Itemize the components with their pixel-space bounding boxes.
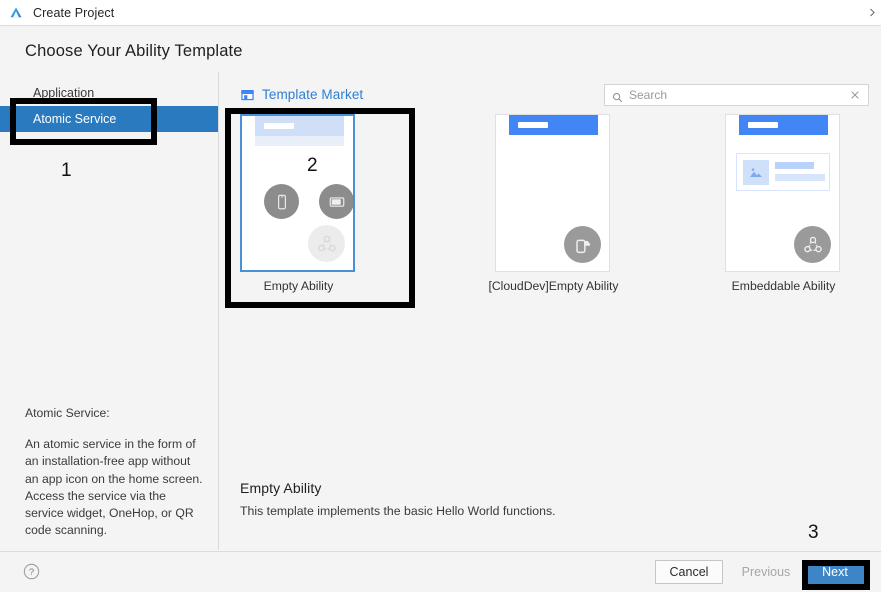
next-button[interactable]: Next	[805, 560, 865, 584]
template-category-sidebar: Application Atomic Service Atomic Servic…	[0, 72, 219, 550]
template-thumbnail	[495, 114, 610, 272]
template-detail: Empty Ability This template implements t…	[240, 480, 800, 518]
window-titlebar: Create Project	[0, 0, 881, 26]
search-box[interactable]	[604, 84, 869, 106]
huawei-devEco-logo-icon	[8, 5, 24, 21]
search-icon	[612, 90, 623, 102]
template-thumbnail	[240, 114, 355, 272]
category-description-body: An atomic service in the form of an inst…	[25, 437, 203, 538]
question-circle-icon[interactable]: ?	[23, 563, 40, 580]
template-detail-title: Empty Ability	[240, 480, 322, 496]
close-icon[interactable]	[845, 85, 865, 105]
template-card-clouddev-empty-ability[interactable]: [CloudDev]Empty Ability	[488, 114, 619, 293]
template-market-label: Template Market	[262, 86, 364, 102]
sidebar-item-label: Atomic Service	[33, 112, 117, 126]
sidebar-item-application[interactable]: Application	[0, 80, 218, 106]
tablet-icon	[319, 184, 353, 219]
thumb-header-pill	[264, 123, 294, 129]
template-market-link[interactable]: Template Market	[240, 84, 363, 104]
preview-text-line	[775, 174, 825, 181]
share-nodes-icon	[308, 225, 345, 262]
window-title: Create Project	[33, 5, 115, 20]
cancel-button[interactable]: Cancel	[655, 560, 723, 584]
template-card-label: Empty Ability	[263, 279, 334, 293]
dialog-footer: ? Cancel Previous Next	[0, 551, 881, 592]
thumb-header-pill	[518, 122, 548, 128]
sidebar-item-atomic-service[interactable]: Atomic Service	[0, 106, 218, 132]
chevron-right-icon[interactable]	[865, 6, 879, 20]
thumb-header-bar	[509, 115, 598, 135]
phone-cloud-icon	[564, 226, 601, 263]
thumb-content-preview	[736, 153, 830, 191]
sidebar-item-label: Application	[33, 86, 95, 100]
template-thumbnail	[725, 114, 840, 272]
thumb-header-bar	[739, 115, 828, 135]
template-card-label: Embeddable Ability	[731, 279, 836, 293]
preview-text-line	[775, 162, 814, 169]
thumb-header-bar	[255, 116, 344, 146]
svg-text:?: ?	[29, 567, 34, 578]
template-main-panel: Template Market Search Empty Ability [Cl…	[219, 72, 881, 550]
share-nodes-icon	[794, 226, 831, 263]
template-detail-body: This template implements the basic Hello…	[240, 504, 556, 518]
category-description: Atomic Service: An atomic service in the…	[25, 405, 207, 539]
template-card-embeddable-ability[interactable]: Embeddable Ability	[725, 114, 842, 293]
previous-button: Previous	[741, 565, 791, 579]
search-input[interactable]	[629, 86, 845, 104]
phone-icon	[264, 184, 299, 219]
image-placeholder-icon	[743, 160, 769, 185]
page-title: Choose Your Ability Template	[25, 42, 243, 60]
template-card-label: [CloudDev]Empty Ability	[488, 279, 619, 293]
thumb-header-pill	[748, 122, 778, 128]
category-description-title: Atomic Service:	[25, 406, 110, 420]
store-icon	[240, 87, 255, 102]
create-project-dialog: Create Project Choose Your Ability Templ…	[0, 0, 881, 592]
template-card-empty-ability[interactable]: Empty Ability	[240, 114, 357, 293]
